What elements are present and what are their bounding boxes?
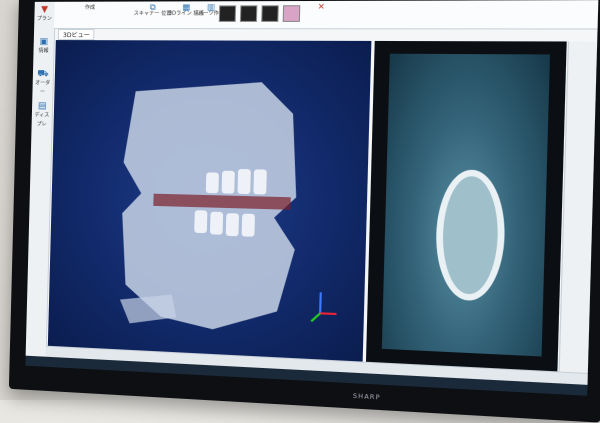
bone-fragment xyxy=(119,292,177,325)
sidebar-item-order[interactable]: ⛟ オーダー xyxy=(33,70,52,98)
bone-cross-section xyxy=(435,169,507,302)
ribbon-item-view[interactable]: 作成 xyxy=(85,5,95,11)
thumbnail[interactable] xyxy=(283,5,301,22)
sidebar-item-display[interactable]: ▤ ディスプレ xyxy=(32,102,51,130)
display-icon: ▤ xyxy=(33,102,51,111)
3d-volume-render[interactable] xyxy=(48,40,372,363)
axis-gizmo xyxy=(311,292,337,322)
sidebar-item-label: ディスプレ xyxy=(34,112,49,127)
cart-icon: ⛟ xyxy=(34,70,52,79)
sidebar-item-label: オーダー xyxy=(35,80,50,95)
skull-render xyxy=(48,40,371,357)
thumbnail[interactable] xyxy=(219,5,236,22)
sidebar-item-plan[interactable]: ▼ プラン xyxy=(35,6,54,34)
thumbnail[interactable] xyxy=(261,5,279,22)
tv-monitor: ▼ プラン ▣ 情報 ⛟ オーダー ▤ ディスプレ 作成 ⧉ スキャナー 位置 ▦ 3Dライ… xyxy=(9,0,600,423)
ct-slice-image xyxy=(382,54,550,357)
info-icon: ▣ xyxy=(35,38,53,47)
ribbon-label: スキャナー 位置 xyxy=(134,11,172,17)
thumbnail[interactable] xyxy=(240,5,257,22)
tv-brand-logo: SHARP xyxy=(353,393,381,402)
ct-slice-view[interactable] xyxy=(366,41,567,373)
ribbon-toolbar: 作成 ⧉ スキャナー 位置 ▦ 3Dライン 描画 ▥ パーツ作成 ✕ xyxy=(54,0,598,29)
screen: ▼ プラン ▣ 情報 ⛟ オーダー ▤ ディスプレ 作成 ⧉ スキャナー 位置 ▦ 3Dライ… xyxy=(26,0,599,385)
tab-3d-view[interactable]: 3Dビュー xyxy=(58,29,95,40)
thumbnail-strip xyxy=(219,5,301,22)
sidebar-item-info[interactable]: ▣ 情報 xyxy=(34,38,53,66)
ribbon-item-scanner[interactable]: ⧉ スキャナー 位置 xyxy=(134,5,172,17)
sidebar-item-label: プラン xyxy=(37,16,52,22)
ribbon-item-measure[interactable]: ✕ xyxy=(318,4,325,10)
measure-icon: ✕ xyxy=(318,4,325,10)
ribbon-label: 作成 xyxy=(85,5,95,11)
tab-label: 3Dビュー xyxy=(63,32,90,39)
sidebar-item-label: 情報 xyxy=(38,48,48,54)
pin-icon: ▼ xyxy=(35,6,53,15)
